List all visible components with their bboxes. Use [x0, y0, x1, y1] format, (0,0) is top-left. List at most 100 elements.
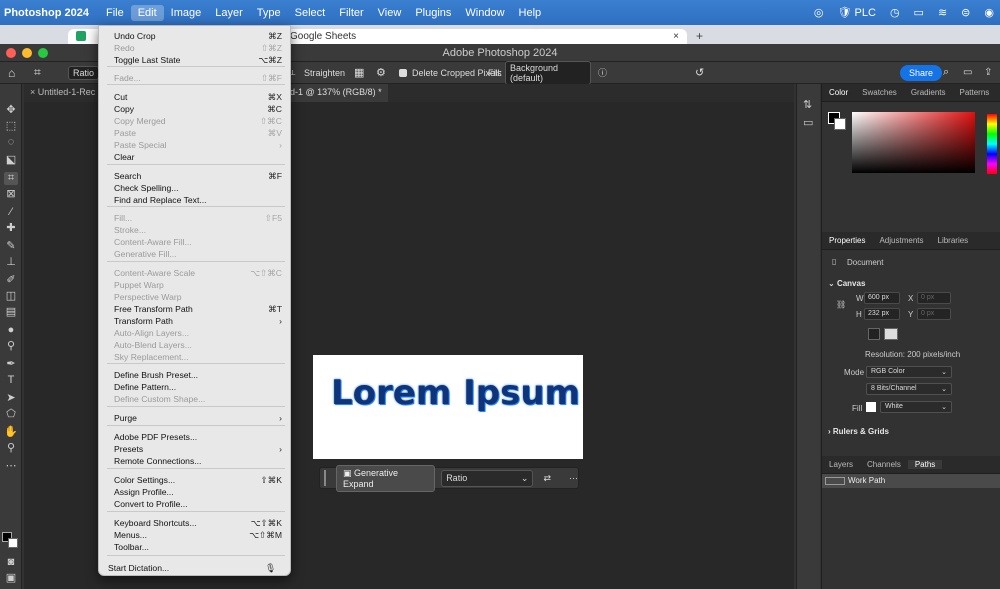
type-tool-icon[interactable]: T [4, 374, 18, 387]
crop-tool-icon[interactable]: ⌗ [34, 65, 41, 80]
menu-item-toolbar[interactable]: Toolbar... [114, 541, 282, 553]
mode-dropdown[interactable]: RGB Color ⌄ [866, 366, 952, 378]
upload-icon[interactable]: ⇪ [984, 67, 992, 78]
bits-dropdown[interactable]: 8 Bits/Channel ⌄ [866, 383, 952, 395]
search-icon[interactable]: ⌕ [943, 66, 949, 79]
screen-mode-icon[interactable]: ▣ [4, 572, 18, 585]
canvas-section-header[interactable]: ⌄ Canvas [828, 279, 865, 288]
gradient-tool-icon[interactable]: ▤ [4, 306, 18, 319]
brush-tool-icon[interactable]: ✎ [4, 240, 18, 253]
path-select-tool-icon[interactable]: ➤ [4, 392, 18, 405]
control-center-icon[interactable]: ⊜ [961, 6, 970, 19]
portrait-orientation-icon[interactable] [868, 328, 880, 340]
generative-expand-button[interactable]: ▣ Generative Expand [335, 464, 436, 492]
menu-window[interactable]: Window [458, 5, 511, 21]
marquee-tool-icon[interactable]: ⬚ [4, 120, 18, 133]
menu-edit[interactable]: Edit [130, 4, 164, 21]
menu-layer[interactable]: Layer [208, 5, 250, 21]
dodge-tool-icon[interactable]: ⚲ [4, 340, 18, 353]
quick-mask-icon[interactable]: ◙ [4, 556, 18, 569]
crop-tool-icon[interactable]: ⌗ [4, 172, 18, 185]
tab-adjustments[interactable]: Adjustments [872, 236, 930, 245]
tab-swatches[interactable]: Swatches [855, 88, 904, 97]
gear-icon[interactable]: ⚙ [376, 66, 386, 79]
menu-item-color-settings[interactable]: Color Settings... ⇧⌘K [114, 474, 282, 486]
ratio-dropdown[interactable]: Ratio ⌄ [441, 469, 534, 487]
fill-select[interactable]: Background (default) [505, 60, 591, 85]
menu-item-menus[interactable]: Menus... ⌥⇧⌘M [114, 529, 282, 541]
shield-icon[interactable]: 🛡 PLC [838, 6, 876, 19]
new-tab-icon[interactable]: + [696, 29, 703, 43]
drag-handle[interactable] [324, 470, 326, 486]
background-swatch[interactable] [834, 118, 846, 130]
menu-item-transform-path[interactable]: Transform Path › [114, 315, 282, 327]
hue-slider[interactable] [987, 114, 997, 174]
menu-select[interactable]: Select [288, 5, 333, 21]
close-icon[interactable]: × [673, 31, 679, 42]
reset-icon[interactable]: ↺ [695, 66, 704, 79]
delete-cropped-checkbox[interactable] [399, 69, 407, 77]
close-icon[interactable]: × [30, 87, 38, 97]
grid-overlay-icon[interactable]: ▦ [354, 66, 364, 79]
menu-file[interactable]: File [99, 5, 131, 21]
menu-item-convert-to-profile[interactable]: Convert to Profile... [114, 498, 282, 510]
home-icon[interactable]: ⌂ [8, 66, 15, 80]
menu-item-purge[interactable]: Purge › [114, 412, 282, 424]
path-row[interactable]: Work Path [822, 474, 1000, 488]
straighten-button[interactable]: Straighten [304, 68, 345, 78]
tab-paths[interactable]: Paths [907, 460, 943, 469]
move-tool-icon[interactable]: ✥ [4, 104, 18, 117]
menu-item-define-pattern[interactable]: Define Pattern... [114, 381, 282, 393]
frame-tool-icon[interactable]: ⊠ [4, 188, 18, 201]
menu-item-free-transform-path[interactable]: Free Transform Path ⌘T [114, 303, 282, 315]
app-menu[interactable]: Photoshop 2024 [0, 7, 99, 19]
share-button[interactable]: Share [900, 64, 943, 81]
tab-color[interactable]: Color [822, 88, 855, 97]
menu-item-keyboard-shortcuts[interactable]: Keyboard Shortcuts... ⌥⇧⌘K [114, 517, 282, 529]
menu-type[interactable]: Type [250, 5, 288, 21]
hand-tool-icon[interactable]: ✋ [4, 426, 18, 439]
menu-item-copy[interactable]: Copy ⌘C [114, 103, 282, 115]
fill-dropdown[interactable]: White ⌄ [880, 401, 952, 413]
close-window-icon[interactable] [6, 47, 16, 58]
menu-item-remote-connections[interactable]: Remote Connections... [114, 455, 282, 467]
menu-item-adobe-pdf-presets[interactable]: Adobe PDF Presets... [114, 431, 282, 443]
menu-item-find-and-replace-text[interactable]: Find and Replace Text... [114, 194, 282, 206]
minimize-window-icon[interactable] [22, 47, 32, 58]
doc-tab-2[interactable]: d-1 @ 137% (RGB/8) * [284, 84, 388, 102]
tab-layers[interactable]: Layers [822, 460, 860, 469]
width-field[interactable]: 600 px [864, 292, 900, 304]
menu-image[interactable]: Image [164, 5, 209, 21]
menu-item-undo-crop[interactable]: Undo Crop ⌘Z [114, 30, 282, 42]
menu-filter[interactable]: Filter [332, 5, 370, 21]
link-icon[interactable]: ⛓ [836, 300, 846, 309]
menu-help[interactable]: Help [512, 5, 549, 21]
zoom-window-icon[interactable] [38, 47, 48, 58]
pen-tool-icon[interactable]: ✒ [4, 358, 18, 371]
clock-icon[interactable]: ◷ [890, 6, 900, 19]
tab-channels[interactable]: Channels [860, 460, 908, 469]
workspace-icon[interactable]: ▭ [963, 67, 972, 78]
saturation-field[interactable] [852, 112, 975, 173]
menu-view[interactable]: View [371, 5, 409, 21]
document-canvas[interactable]: Lorem Ipsum [313, 355, 583, 459]
rulers-section-header[interactable]: › Rulers & Grids [828, 427, 889, 436]
doc-tab-1[interactable]: × Untitled-1-Rec [24, 84, 101, 102]
background-color-swatch[interactable] [8, 538, 18, 548]
eyedropper-tool-icon[interactable]: ⁄ [4, 206, 18, 219]
ratio-select[interactable]: Ratio [68, 65, 100, 80]
siri-icon[interactable]: ◉ [984, 6, 994, 19]
y-field[interactable]: 0 px [917, 308, 951, 320]
tab-properties[interactable]: Properties [822, 236, 872, 245]
menu-plugins[interactable]: Plugins [408, 5, 458, 21]
menu-item-search[interactable]: Search ⌘F [114, 170, 282, 182]
battery-icon[interactable]: ▭ [914, 6, 924, 19]
eraser-tool-icon[interactable]: ◫ [4, 290, 18, 303]
more-options-button[interactable]: ··· [569, 473, 578, 483]
landscape-orientation-icon[interactable] [884, 328, 898, 340]
more-tools-icon[interactable]: ⋯ [4, 460, 18, 473]
info-icon[interactable]: ⓘ [598, 66, 607, 79]
menu-item-clear[interactable]: Clear [114, 151, 282, 163]
x-field[interactable]: 0 px [917, 292, 951, 304]
stamp-tool-icon[interactable]: ⊥ [4, 256, 18, 269]
